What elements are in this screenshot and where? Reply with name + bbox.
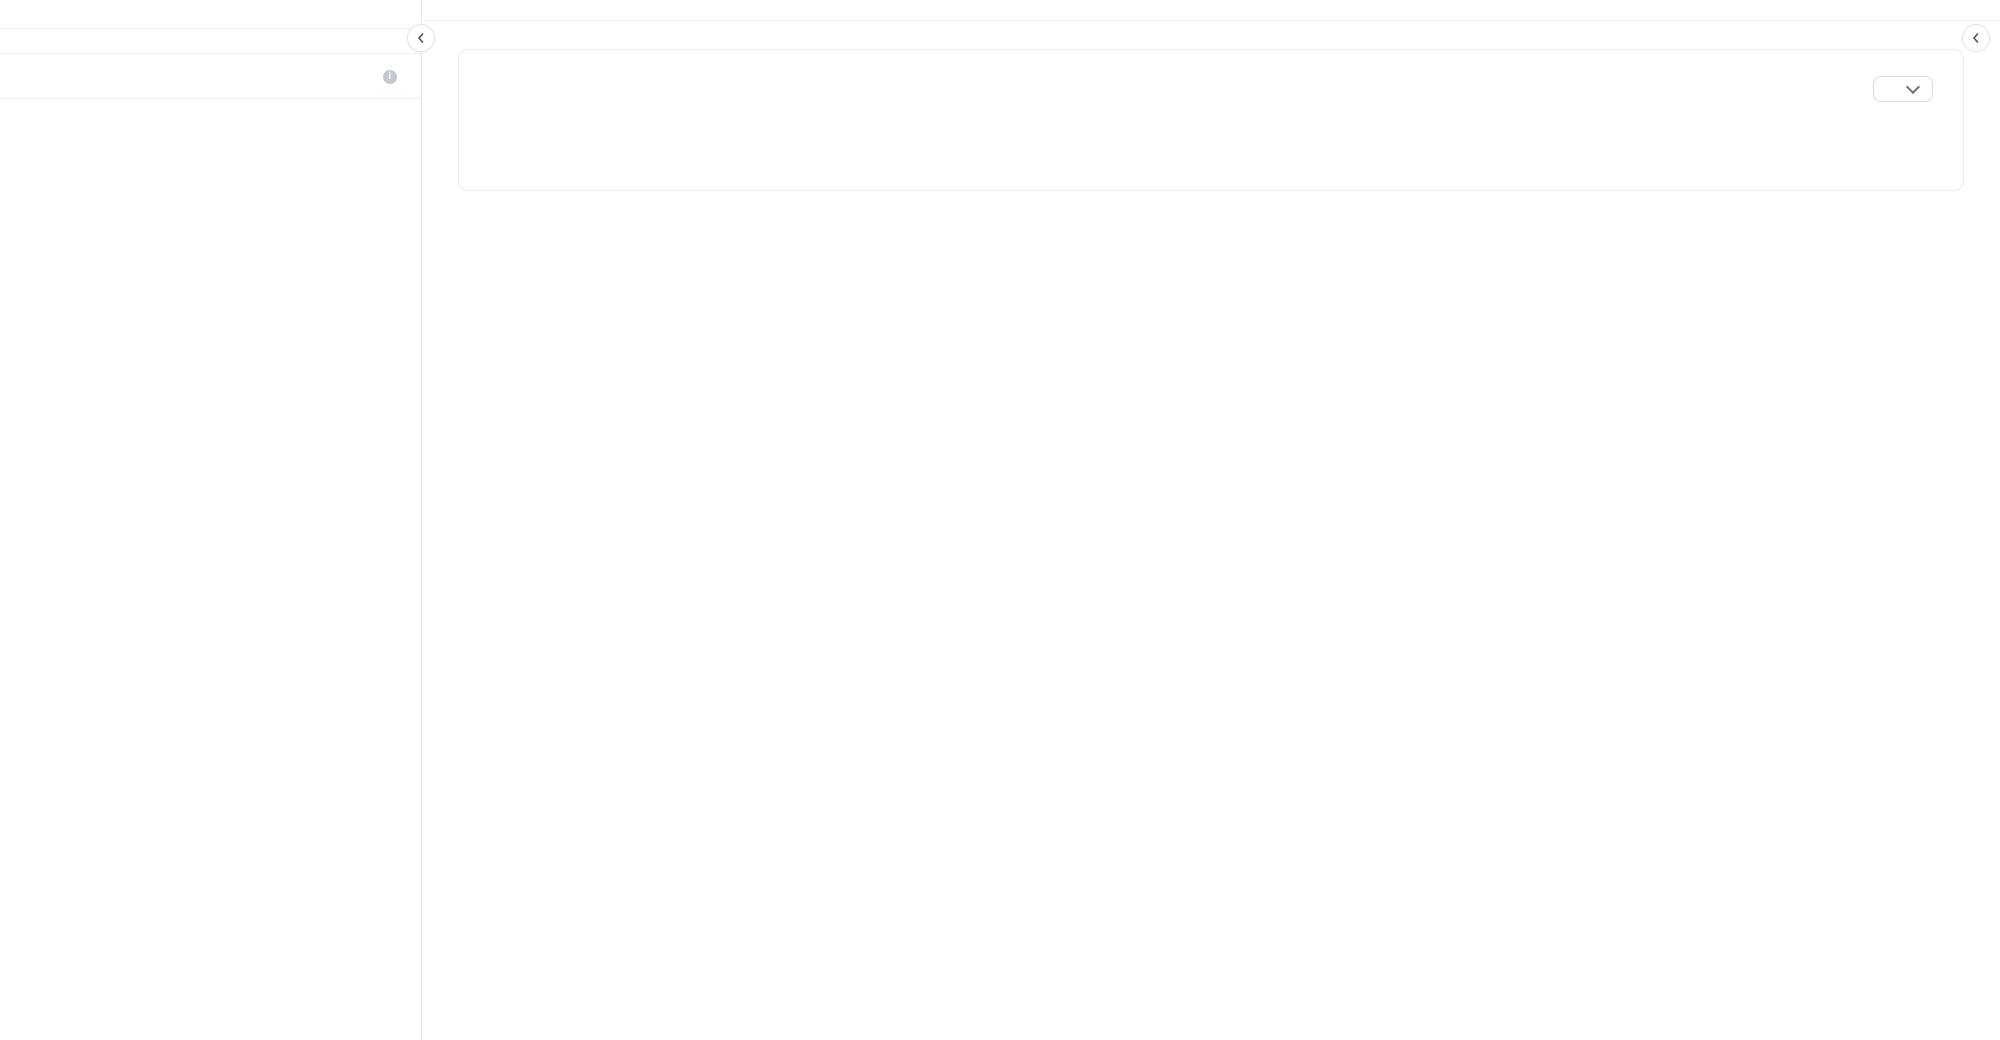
chevron-left-icon bbox=[1971, 33, 1981, 43]
player-list[interactable] bbox=[0, 99, 421, 1040]
round-select[interactable] bbox=[1873, 76, 1933, 102]
sidebar-collapse-button[interactable] bbox=[407, 24, 435, 52]
info-icon[interactable]: i bbox=[383, 70, 397, 84]
main bbox=[422, 0, 2000, 1040]
header-no bbox=[24, 68, 76, 84]
predictor-panel bbox=[458, 49, 1964, 191]
page-root: i bbox=[0, 0, 2000, 1040]
sidebar: i bbox=[0, 0, 422, 1040]
main-tabs bbox=[422, 0, 2000, 21]
position-filters bbox=[0, 29, 421, 54]
sidebar-tabs bbox=[0, 0, 421, 29]
header-player bbox=[76, 68, 287, 84]
chevron-left-icon bbox=[416, 33, 426, 43]
main-collapse-button[interactable] bbox=[1962, 24, 1990, 52]
content bbox=[422, 21, 2000, 219]
header-predictor: i bbox=[287, 68, 397, 84]
list-header: i bbox=[0, 54, 421, 99]
